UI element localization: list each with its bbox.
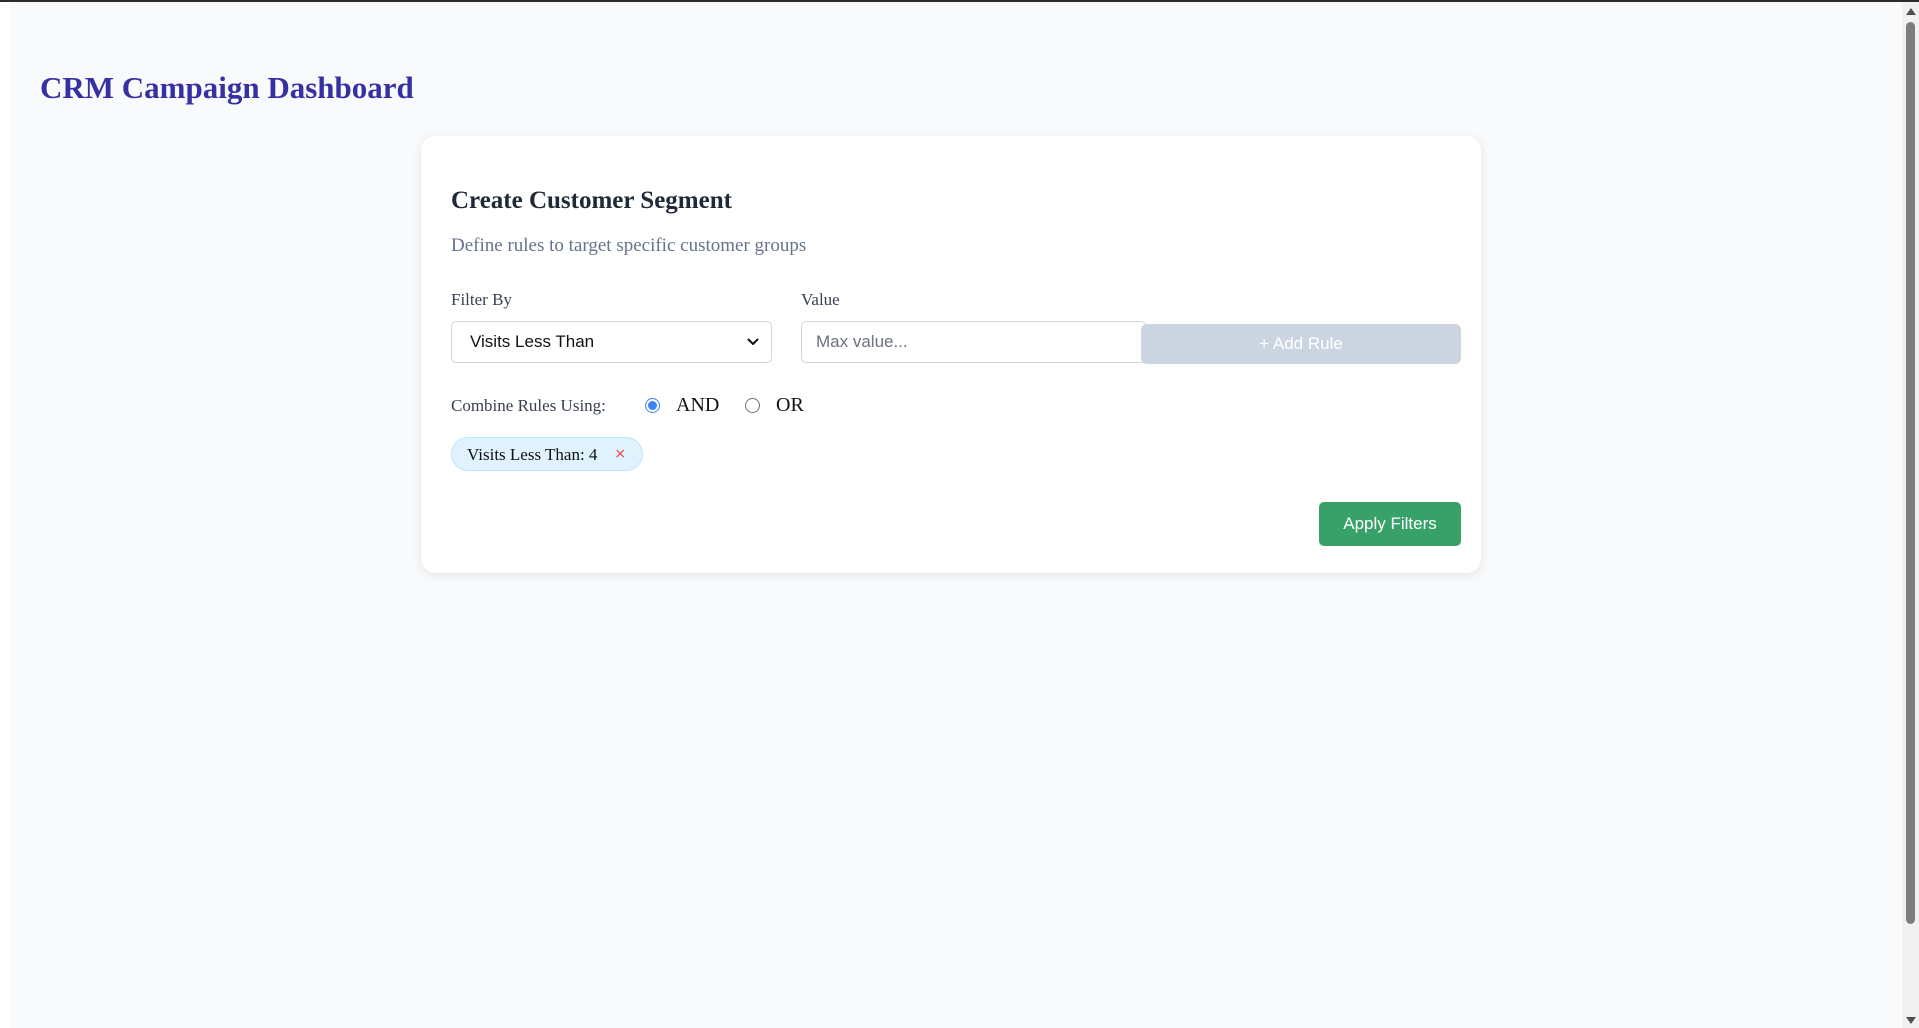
add-rule-button[interactable]: + Add Rule: [1141, 324, 1461, 364]
radio-or[interactable]: [745, 398, 760, 413]
rule-chip: Visits Less Than: 4 ×: [451, 437, 644, 471]
filter-by-label: Filter By: [451, 290, 512, 309]
apply-filters-button[interactable]: Apply Filters: [1319, 502, 1461, 546]
page: CRM Campaign Dashboard Create Customer S…: [10, 2, 1902, 1028]
combine-rules-label: Combine Rules Using:: [451, 396, 606, 415]
value-input[interactable]: [801, 321, 1146, 363]
scrollbar-thumb[interactable]: [1906, 22, 1915, 924]
page-title: CRM Campaign Dashboard: [40, 70, 414, 105]
radio-or-label[interactable]: OR: [776, 395, 804, 415]
scroll-down-arrow-icon[interactable]: [1906, 1017, 1916, 1024]
rule-chip-label: Visits Less Than: 4: [467, 444, 598, 464]
chevron-down-icon: [747, 338, 759, 345]
card-title: Create Customer Segment: [451, 187, 732, 214]
radio-and-label[interactable]: AND: [676, 395, 719, 415]
filter-by-select[interactable]: Visits Less Than: [451, 321, 772, 363]
value-label: Value: [801, 290, 840, 309]
scroll-up-arrow-icon[interactable]: [1906, 8, 1916, 15]
radio-and[interactable]: [645, 398, 660, 413]
vertical-scrollbar[interactable]: [1902, 2, 1919, 1028]
close-icon[interactable]: ×: [614, 447, 626, 461]
card-subtitle: Define rules to target specific customer…: [451, 235, 807, 256]
segment-card: Create Customer Segment Define rules to …: [421, 136, 1481, 573]
filter-by-selected-value: Visits Less Than: [470, 332, 595, 351]
